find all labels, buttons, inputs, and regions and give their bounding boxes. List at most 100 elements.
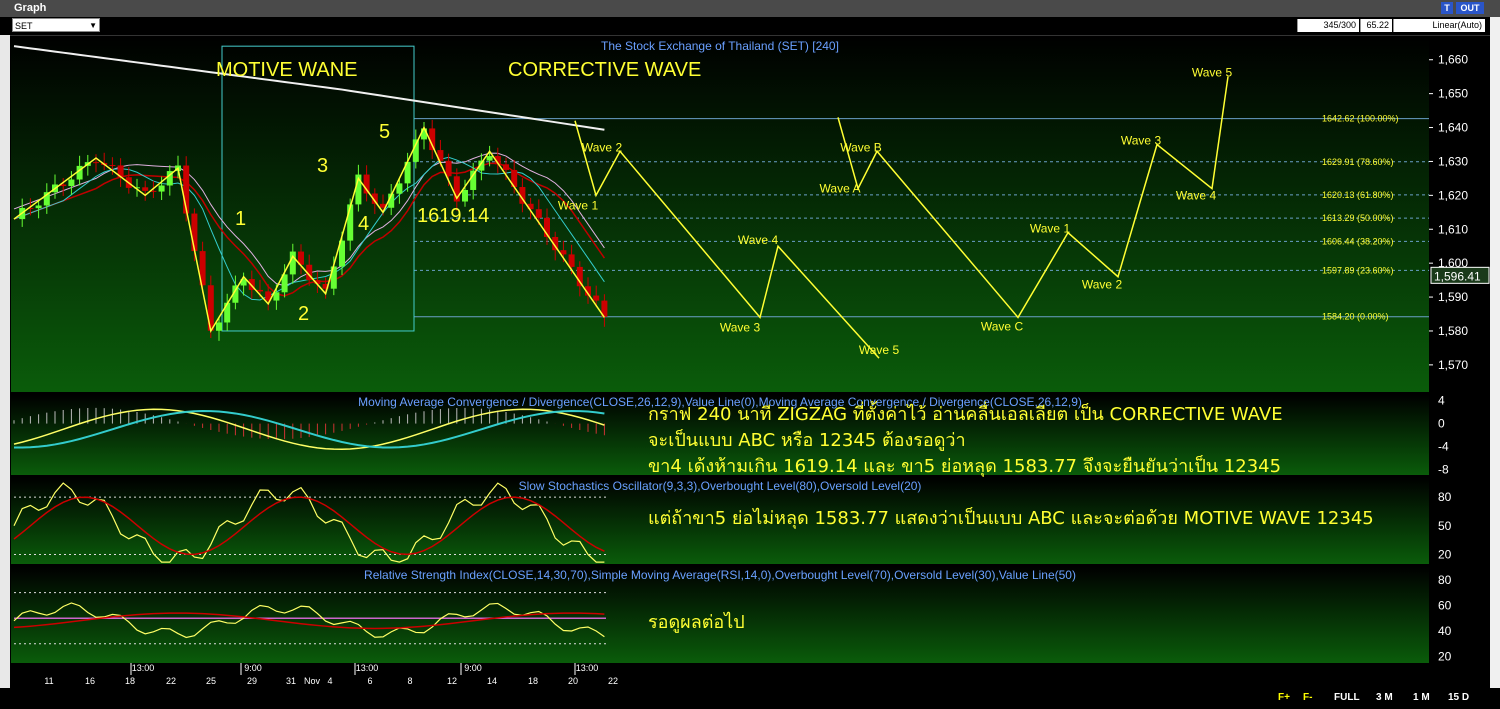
g-rsi-ytick-label: 20 <box>1438 650 1452 664</box>
g-stoch-ytick-label: 50 <box>1438 519 1452 533</box>
candle-body <box>289 251 296 275</box>
projection-wave-label: Wave 5 <box>1192 66 1233 80</box>
candle-body <box>257 289 263 292</box>
candle-body <box>486 156 493 161</box>
projection-wave-label: Wave 2 <box>1082 278 1123 292</box>
projection-wave-label: Wave 4 <box>738 233 779 247</box>
bottom-bar: F+ F- FULL 3 M 1 M 15 D <box>0 688 1500 709</box>
3m-button[interactable]: 3 M <box>1376 692 1393 703</box>
candle-body <box>503 164 509 170</box>
wave-4-label: 4 <box>358 213 369 235</box>
price-ytick-label: 1,620 <box>1438 188 1468 202</box>
level-label: 1619.14 <box>417 205 489 227</box>
x-time-label: 13:00 <box>132 663 155 673</box>
15d-button[interactable]: 15 D <box>1448 692 1469 703</box>
x-day-label: 18 <box>125 676 135 686</box>
x-day-label: 4 <box>327 676 332 686</box>
candle-body <box>576 266 583 287</box>
projection-wave-label: Wave A <box>820 182 861 196</box>
chart-canvas[interactable]: The Stock Exchange of Thailand (SET) [24… <box>0 0 1500 709</box>
fib-label: 1597.89 (23.60%) <box>1322 265 1394 275</box>
price-ytick-label: 1,660 <box>1438 53 1468 67</box>
price-ytick-label: 1,650 <box>1438 87 1468 101</box>
candle-body <box>93 162 99 164</box>
price-ytick-label: 1,610 <box>1438 222 1468 236</box>
x-axis-strip <box>11 663 1490 688</box>
wave-5-label: 5 <box>379 121 390 143</box>
fib-label: 1620.13 (61.80%) <box>1322 190 1394 200</box>
projection-wave-label: Wave 1 <box>558 198 599 212</box>
1m-button[interactable]: 1 M <box>1413 692 1430 703</box>
x-time-label: 9:00 <box>464 663 482 673</box>
x-day-label: 8 <box>407 676 412 686</box>
price-ytick-label: 1,580 <box>1438 324 1468 338</box>
projection-wave-label: Wave 2 <box>582 140 623 154</box>
x-day-label: 25 <box>206 676 216 686</box>
candle-body <box>216 322 222 331</box>
fib-label: 1642.62 (100.00%) <box>1322 114 1399 124</box>
motive-label: MOTIVE WANE <box>216 59 357 81</box>
note-line-3: ขา4 เด้งห้ามเกิน 1619.14 และ ขา5 ย่อหลุด… <box>648 454 1281 477</box>
fib-label: 1629.91 (78.60%) <box>1322 157 1394 167</box>
projection-wave-label: Wave C <box>981 319 1024 333</box>
projection-wave-label: Wave 5 <box>859 343 900 357</box>
x-day-label: 22 <box>608 676 618 686</box>
candle-body <box>109 165 116 167</box>
x-day-label: 18 <box>528 676 538 686</box>
fib-label: 1613.29 (50.00%) <box>1322 213 1394 223</box>
candle-body <box>35 205 42 209</box>
candle-body <box>396 183 403 194</box>
x-time-label: 9:00 <box>244 663 262 673</box>
candle-body <box>445 160 452 177</box>
note-line-5: รอดูผลต่อไป <box>648 611 745 633</box>
zoom-in-button[interactable]: F+ <box>1278 692 1290 703</box>
corrective-label: CORRECTIVE WAVE <box>508 59 701 81</box>
note-line-2: จะเป็นแบบ ABC หรือ 12345 ต้องรอดูว่า <box>648 428 966 451</box>
g-rsi-ytick-label: 80 <box>1438 573 1452 587</box>
projection-wave-label: Wave B <box>840 140 882 154</box>
note-line-1: กราฟ 240 นาที ZIGZAG ที่ตั้งค่าไว้ อ่านค… <box>648 401 1283 425</box>
x-day-label: 6 <box>367 676 372 686</box>
stoch-title: Slow Stochastics Oscillator(9,3,3),Overb… <box>519 479 922 493</box>
x-day-label: 20 <box>568 676 578 686</box>
candle-body <box>191 213 198 252</box>
fib-label: 1584.20 (0.00%) <box>1322 312 1389 322</box>
g-macd-ytick-label: -8 <box>1438 462 1449 476</box>
projection-wave-label: Wave 1 <box>1030 222 1071 236</box>
x-day-label: 12 <box>447 676 457 686</box>
g-rsi-ytick-label: 40 <box>1438 624 1452 638</box>
wave-2-label: 2 <box>298 303 309 325</box>
g-macd-ytick-label: -4 <box>1438 439 1449 453</box>
price-ytick-label: 1,590 <box>1438 290 1468 304</box>
wave-3-label: 3 <box>317 155 328 177</box>
price-ytick-label: 1,630 <box>1438 154 1468 168</box>
x-time-label: 13:00 <box>576 663 599 673</box>
x-day-label: 29 <box>247 676 257 686</box>
x-day-label: 31 <box>286 676 296 686</box>
candle-body <box>68 179 75 187</box>
projection-wave-label: Wave 3 <box>720 320 761 334</box>
x-day-label: 16 <box>85 676 95 686</box>
candle-body <box>421 128 427 140</box>
rsi-title: Relative Strength Index(CLOSE,14,30,70),… <box>364 568 1076 582</box>
price-panel <box>11 36 1429 392</box>
projection-wave-label: Wave 4 <box>1176 189 1217 203</box>
candle-body <box>568 254 575 267</box>
note-line-4: แต่ถ้าขา5 ย่อไม่หลุด 1583.77 แสดงว่าเป็น… <box>648 506 1374 529</box>
x-time-label: 13:00 <box>356 663 379 673</box>
zoom-out-button[interactable]: F- <box>1303 692 1312 703</box>
price-ytick-label: 1,570 <box>1438 358 1468 372</box>
g-macd-ytick-label: 0 <box>1438 417 1445 431</box>
candle-body <box>593 295 600 301</box>
candle-body <box>224 302 231 323</box>
x-day-label: 22 <box>166 676 176 686</box>
fib-label: 1606.44 (38.20%) <box>1322 236 1394 246</box>
full-button[interactable]: FULL <box>1334 692 1360 703</box>
candle-body <box>535 209 542 218</box>
candle-body <box>462 189 468 202</box>
candle-body <box>158 185 165 192</box>
x-day-label: Nov <box>304 676 321 686</box>
g-macd-ytick-label: 4 <box>1438 394 1445 408</box>
projection-wave-label: Wave 3 <box>1121 133 1162 147</box>
g-rsi-ytick-label: 60 <box>1438 598 1452 612</box>
